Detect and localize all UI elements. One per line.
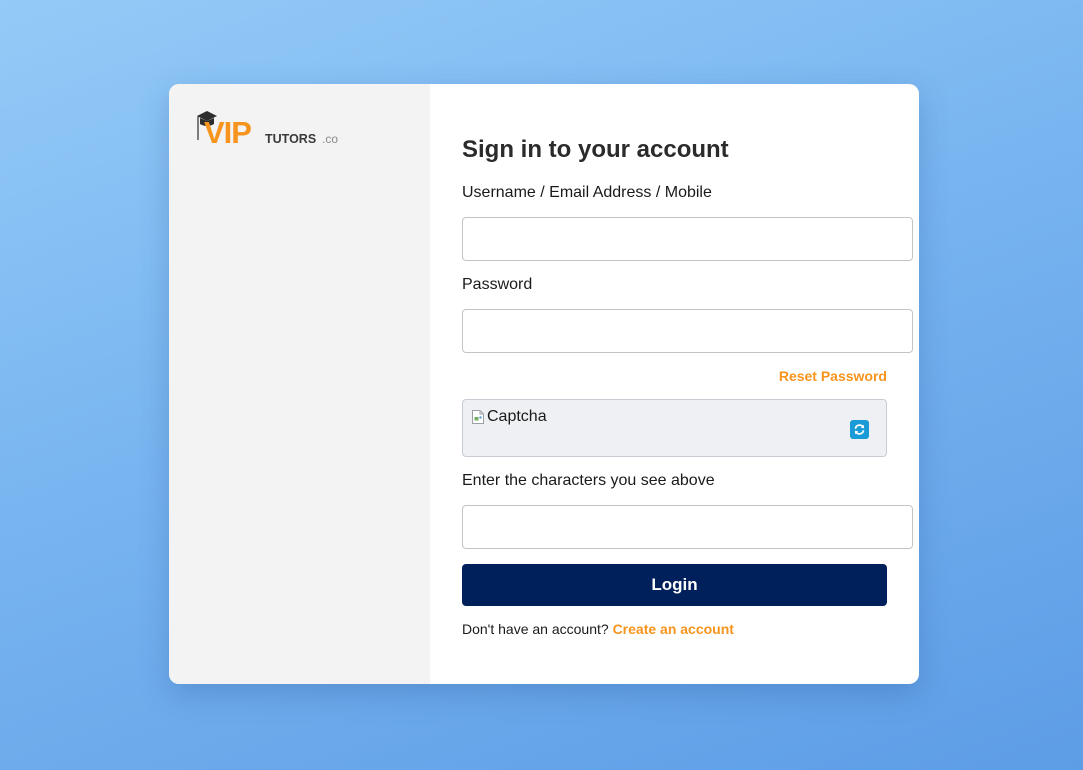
captcha-image: Captcha	[471, 408, 547, 426]
logo-main-text: VIP	[204, 115, 251, 148]
refresh-icon	[854, 424, 865, 435]
login-button[interactable]: Login	[462, 564, 887, 606]
password-input[interactable]	[462, 309, 913, 353]
password-label: Password	[462, 276, 533, 293]
logo-suffix-text: .co	[322, 132, 338, 146]
brand-panel: VIP TUTORS .co	[169, 84, 430, 684]
create-account-link[interactable]: Create an account	[613, 621, 734, 637]
broken-image-icon	[472, 410, 484, 424]
captcha-input[interactable]	[462, 505, 913, 549]
login-card: VIP TUTORS .co Sign in to your account U…	[169, 84, 919, 684]
username-label: Username / Email Address / Mobile	[462, 184, 712, 201]
signin-form: Sign in to your account Username / Email…	[430, 84, 919, 684]
signup-prompt: Don't have an account? Create an account	[462, 621, 734, 637]
captcha-box: Captcha	[462, 399, 887, 457]
page-title: Sign in to your account	[462, 136, 729, 163]
username-input[interactable]	[462, 217, 913, 261]
signup-prompt-text: Don't have an account?	[462, 621, 609, 637]
logo-sub-text: TUTORS	[265, 132, 316, 146]
captcha-alt-text: Captcha	[487, 408, 547, 425]
reset-password-link[interactable]: Reset Password	[779, 368, 887, 384]
viptutors-logo[interactable]: VIP TUTORS .co	[195, 110, 345, 148]
captcha-refresh-button[interactable]	[850, 420, 869, 439]
captcha-label: Enter the characters you see above	[462, 472, 715, 489]
